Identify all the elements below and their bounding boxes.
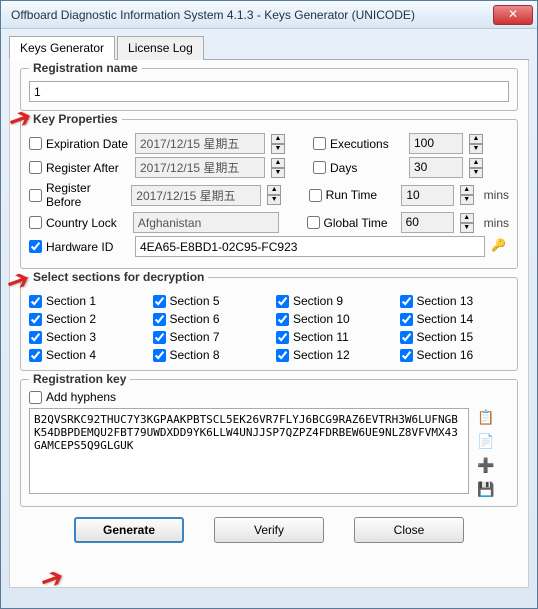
run-time-spin[interactable]: ▲▼ [460,185,474,205]
days-check[interactable]: Days [313,161,403,175]
section-check-12[interactable]: Section 12 [276,348,386,362]
tab-license-log[interactable]: License Log [117,36,204,60]
register-after-spin[interactable]: ▲▼ [271,158,285,178]
key-properties-legend: Key Properties [29,112,122,126]
section-check-11[interactable]: Section 11 [276,330,386,344]
annotation-arrow-icon: ➔ [35,559,68,598]
section-check-5[interactable]: Section 5 [153,294,263,308]
hardware-id-check[interactable]: Hardware ID [29,240,129,254]
registration-name-input[interactable] [29,81,509,102]
executions-spin[interactable]: ▲▼ [469,134,483,154]
add-icon[interactable]: ➕ [477,456,495,474]
section-check-2[interactable]: Section 2 [29,312,139,326]
add-hyphens-check[interactable]: Add hyphens [29,390,509,404]
section-check-1[interactable]: Section 1 [29,294,139,308]
registration-name-legend: Registration name [29,61,142,75]
section-check-16[interactable]: Section 16 [400,348,510,362]
copy-icon[interactable]: 📋 [477,408,495,426]
expiration-date-spin[interactable]: ▲▼ [271,134,285,154]
section-check-6[interactable]: Section 6 [153,312,263,326]
country-lock-check[interactable]: Country Lock [29,216,127,230]
section-check-14[interactable]: Section 14 [400,312,510,326]
register-before-input[interactable] [131,185,261,206]
global-time-check[interactable]: Global Time [307,216,395,230]
sections-legend: Select sections for decryption [29,270,208,284]
registration-name-group: Registration name [20,68,518,111]
button-row: Generate Verify Close [20,517,518,543]
register-after-check[interactable]: Register After [29,161,129,175]
tab-strip: Keys Generator License Log [9,35,529,60]
country-lock-select[interactable] [133,212,279,233]
key-properties-group: Key Properties Expiration Date ▲▼ Execut… [20,119,518,269]
section-check-4[interactable]: Section 4 [29,348,139,362]
executions-input[interactable]: 100 [409,133,463,154]
app-window: Offboard Diagnostic Information System 4… [0,0,538,609]
tab-keys-generator[interactable]: Keys Generator [9,36,115,60]
expiration-date-check[interactable]: Expiration Date [29,137,129,151]
save-icon[interactable]: 💾 [477,480,495,498]
window-close-button[interactable]: ✕ [493,5,533,25]
run-time-unit: mins [484,188,509,202]
registration-key-textarea[interactable]: B2QVSRKC92THUC7Y3KGPAAKPBTSCL5EK26VR7FLY… [29,408,469,494]
register-before-spin[interactable]: ▲▼ [267,185,281,205]
close-button[interactable]: Close [354,517,464,543]
hardware-id-input[interactable] [135,236,485,257]
run-time-check[interactable]: Run Time [309,188,396,202]
register-before-check[interactable]: Register Before [29,181,125,209]
global-time-input[interactable]: 60 [401,212,454,233]
days-input[interactable]: 30 [409,157,463,178]
sections-group: Select sections for decryption Section 1… [20,277,518,371]
register-after-input[interactable] [135,157,265,178]
key-icon[interactable]: 🔑 [491,238,509,256]
titlebar: Offboard Diagnostic Information System 4… [1,1,537,29]
section-check-15[interactable]: Section 15 [400,330,510,344]
section-check-9[interactable]: Section 9 [276,294,386,308]
tab-panel: Registration name ➔ Key Properties Expir… [9,60,529,588]
registration-key-legend: Registration key [29,372,130,386]
section-check-8[interactable]: Section 8 [153,348,263,362]
global-time-spin[interactable]: ▲▼ [460,213,474,233]
run-time-input[interactable]: 10 [401,185,453,206]
executions-check[interactable]: Executions [313,137,403,151]
section-check-10[interactable]: Section 10 [276,312,386,326]
days-spin[interactable]: ▲▼ [469,158,483,178]
verify-button[interactable]: Verify [214,517,324,543]
global-time-unit: mins [484,216,509,230]
section-check-3[interactable]: Section 3 [29,330,139,344]
registration-key-group: Registration key Add hyphens B2QVSRKC92T… [20,379,518,507]
window-title: Offboard Diagnostic Information System 4… [11,8,493,22]
expiration-date-input[interactable] [135,133,265,154]
section-check-7[interactable]: Section 7 [153,330,263,344]
section-check-13[interactable]: Section 13 [400,294,510,308]
paste-icon[interactable]: 📄 [477,432,495,450]
generate-button[interactable]: Generate [74,517,184,543]
